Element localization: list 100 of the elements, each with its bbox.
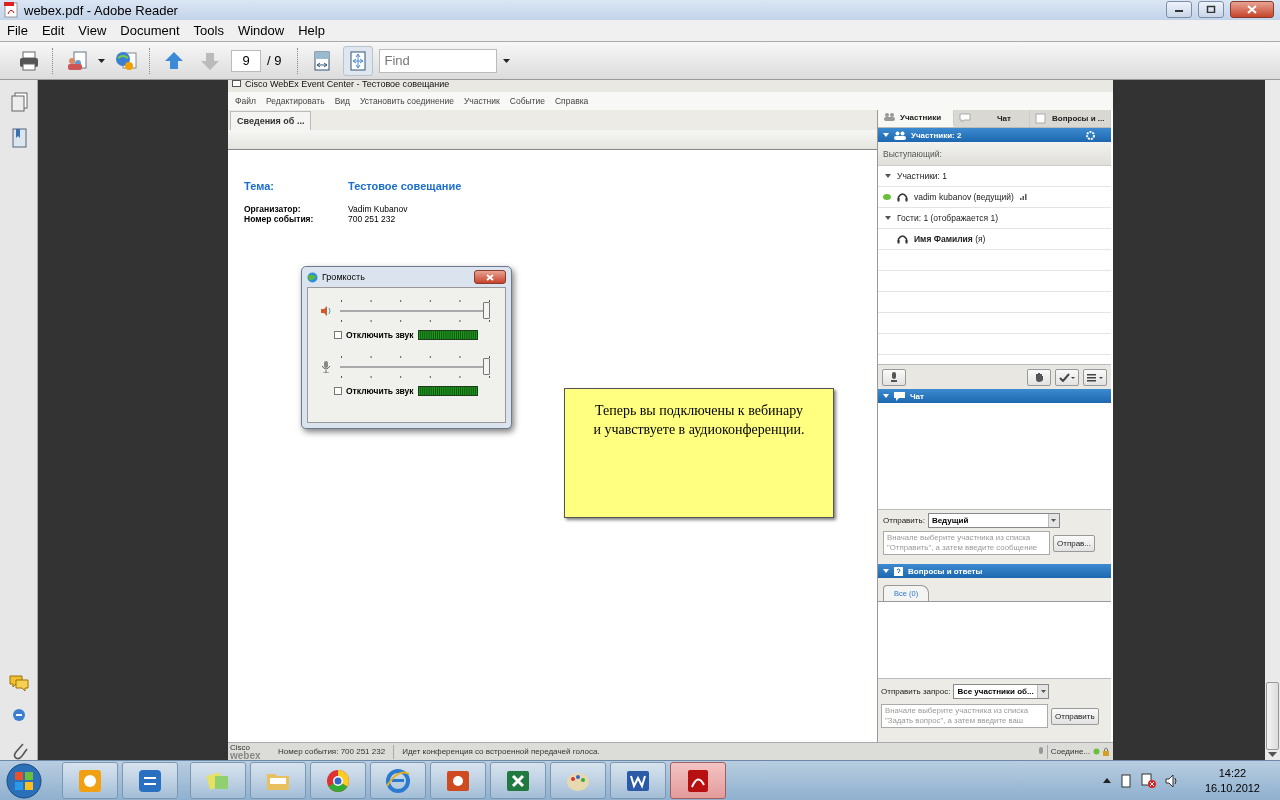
microphone-icon: [890, 372, 898, 382]
close-button[interactable]: [1230, 0, 1274, 18]
volume-slider[interactable]: [340, 299, 490, 323]
dropdown-arrow-icon: [98, 58, 105, 63]
logo-text: Cisco: [230, 743, 250, 752]
tick-marks-icon: [340, 299, 490, 323]
microphone-icon: [320, 361, 332, 373]
pdf-file-icon: [4, 2, 18, 18]
taskbar-button[interactable]: [370, 762, 426, 799]
bookmark-icon: [9, 128, 28, 148]
recipient-dropdown[interactable]: Все участники об...: [953, 684, 1050, 699]
menu-item[interactable]: Help: [291, 23, 332, 38]
print-icon: [18, 49, 40, 72]
zoom-out-icon[interactable]: [11, 708, 26, 722]
taskbar-button[interactable]: [310, 762, 366, 799]
microphone-icon: [1037, 746, 1044, 757]
hand-icon: [1034, 372, 1044, 382]
up-arrow-icon: [163, 49, 185, 72]
panel-tab[interactable]: Вопросы и ...: [1030, 110, 1111, 127]
taskbar-button[interactable]: [610, 762, 666, 799]
connection-status: Соедине...: [1050, 747, 1090, 756]
menu-item[interactable]: Tools: [186, 23, 231, 38]
windows-orb-icon: [6, 762, 42, 799]
menu-item[interactable]: Событие: [504, 96, 550, 106]
menu-item[interactable]: Файл: [230, 96, 261, 106]
recipient-label: Отправить:: [883, 516, 925, 525]
menu-item[interactable]: Справка: [550, 96, 594, 106]
panel-tab[interactable]: Чат: [954, 110, 1030, 127]
taskbar-button[interactable]: [62, 762, 118, 799]
taskbar-button[interactable]: [250, 762, 306, 799]
network-error-icon[interactable]: [1140, 772, 1157, 789]
scroll-down-icon[interactable]: [1268, 752, 1277, 758]
field-label: Номер события:: [244, 214, 315, 224]
mute-label: Отключить звук: [346, 330, 414, 340]
tick-marks-icon: [340, 355, 490, 379]
mute-checkbox[interactable]: [334, 331, 342, 339]
participant-name[interactable]: vadim kubanov (ведущий): [914, 192, 1014, 202]
window-title: Cisco WebEx Event Center - Тестовое совещание: [245, 81, 450, 91]
fit-page-button[interactable]: [343, 45, 374, 76]
mute-label: Отключить звук: [346, 386, 414, 396]
mute-checkbox[interactable]: [334, 387, 342, 395]
panel-title: Вопросы и ответы: [908, 566, 983, 576]
microphone-button[interactable]: [882, 368, 906, 386]
start-button[interactable]: [4, 761, 44, 800]
taskbar-button[interactable]: [430, 762, 486, 799]
taskbar-button[interactable]: [670, 762, 726, 799]
dropdown-arrow-icon[interactable]: [503, 58, 511, 63]
topic-title: Тестовое совещание: [348, 180, 462, 192]
menu-item[interactable]: Window: [230, 23, 292, 38]
recipient-dropdown[interactable]: Ведущий: [927, 513, 1060, 528]
send-button[interactable]: Отправить: [1051, 707, 1099, 725]
level-meter-icon: [417, 386, 478, 396]
taskbar-button[interactable]: [122, 762, 178, 799]
note-text: Теперь вы подключены к вебинару и учавствуете в аудиоконференции.: [564, 388, 834, 518]
scrollbar-thumb[interactable]: [1266, 682, 1279, 750]
gear-icon[interactable]: [1086, 130, 1095, 140]
question-icon: [894, 566, 903, 576]
menu-item[interactable]: Установить соединение: [355, 96, 459, 106]
window-icon: [232, 80, 241, 87]
close-button[interactable]: [474, 270, 506, 284]
page-number-field[interactable]: 9: [231, 49, 261, 72]
headset-icon: [897, 234, 908, 244]
group-label[interactable]: Гости: 1 (отображается 1): [897, 213, 999, 223]
menu-item[interactable]: View: [71, 23, 114, 38]
send-button[interactable]: Отправ...: [1053, 534, 1096, 552]
device-icon[interactable]: [1118, 773, 1133, 788]
menu-item[interactable]: Редактировать: [260, 96, 330, 106]
speaker-icon[interactable]: [1164, 773, 1179, 788]
menu-item[interactable]: Участник: [458, 96, 505, 106]
list-menu-button[interactable]: [1083, 368, 1107, 386]
status-light-icon: [1093, 748, 1100, 755]
clock-date: 16.10.2012: [1204, 780, 1260, 796]
headset-icon: [897, 192, 908, 202]
menu-item[interactable]: Document: [113, 23, 187, 38]
people-icon: [883, 112, 896, 123]
panel-tab[interactable]: Участники: [878, 110, 954, 127]
find-field[interactable]: Find: [379, 48, 498, 73]
calendar-icon: [77, 767, 103, 794]
chat-icon: [959, 113, 972, 124]
dropdown-arrow-icon: [1051, 519, 1057, 522]
close-icon: [1247, 4, 1257, 14]
tray-arrow-icon[interactable]: [1102, 778, 1111, 783]
participant-name[interactable]: Имя Фамилия (я): [914, 234, 986, 244]
maximize-button[interactable]: [1198, 0, 1224, 18]
menu-item[interactable]: File: [0, 23, 35, 38]
browser-e-icon: [385, 767, 411, 794]
feedback-button[interactable]: [1055, 368, 1079, 386]
minimize-button[interactable]: [1166, 0, 1192, 18]
menu-item[interactable]: Вид: [329, 96, 355, 106]
volume-slider[interactable]: [340, 355, 490, 379]
event-number: Номер события: 700 251 232: [278, 747, 386, 756]
raise-hand-button[interactable]: [1027, 368, 1051, 386]
collapse-arrow-icon: [883, 133, 889, 137]
chat-icon: [894, 391, 905, 401]
taskbar-button[interactable]: [490, 762, 546, 799]
menu-item[interactable]: Edit: [34, 23, 72, 38]
tab[interactable]: Сведения об ...: [230, 111, 312, 130]
slider-thumb[interactable]: [483, 302, 490, 319]
group-label[interactable]: Участники: 1: [897, 171, 948, 181]
slider-thumb[interactable]: [483, 358, 490, 375]
